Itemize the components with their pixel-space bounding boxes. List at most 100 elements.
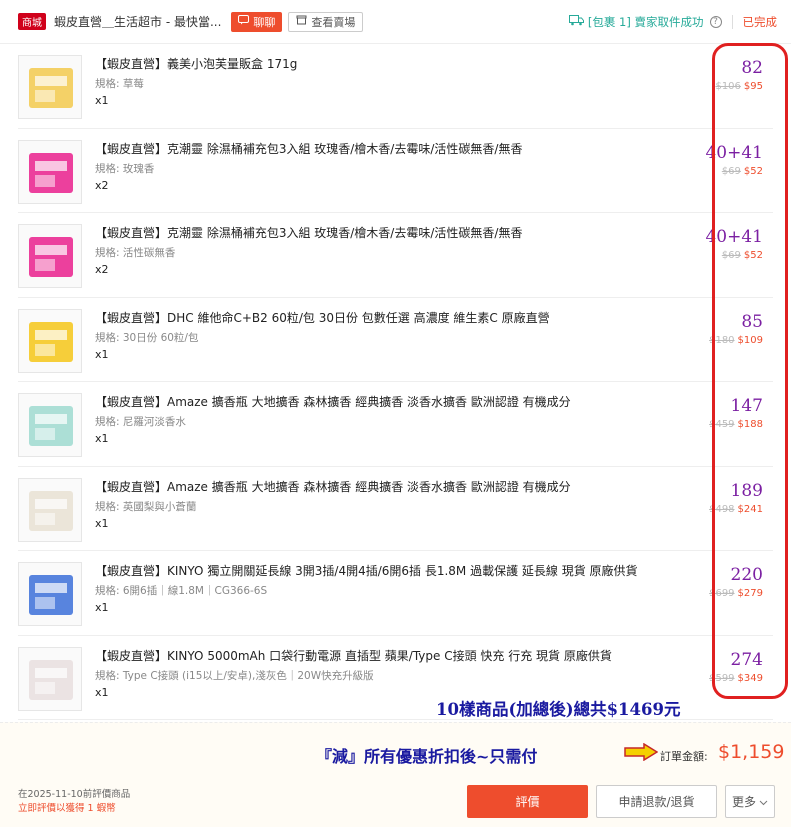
product-quantity: x1 [95,94,109,107]
product-quantity: x1 [95,516,109,530]
product-thumbnail[interactable] [18,224,82,288]
product-title[interactable]: 【蝦皮直營】義美小泡芙量販盒 171g [95,55,655,72]
more-button[interactable]: 更多 [725,785,775,818]
discounted-price: $349 [737,672,763,684]
annotation-total-text: 10樣商品(加總後)總共$1469元 [436,700,681,719]
help-icon[interactable]: ? [709,15,722,28]
order-item-row[interactable]: 【蝦皮直營】Amaze 擴香瓶 大地擴香 森林擴香 經典擴香 淡香水擴香 歐洲認… [18,382,773,467]
product-title[interactable]: 【蝦皮直營】KINYO 5000mAh 口袋行動電源 直插型 蘋果/Type C… [95,647,655,664]
price-box: 82 $106 $95 [703,44,773,128]
product-quantity: x1 [95,432,109,445]
product-spec: 規格: 英國梨與小蒼蘭 [95,500,197,513]
product-quantity: x1 [95,601,109,614]
handwritten-price-note: 147 [730,396,763,416]
product-thumbnail[interactable] [18,139,82,204]
product-spec: 規格: 玫瑰香 [95,162,155,175]
product-thumbnail[interactable] [18,308,82,373]
order-item-row[interactable]: 【蝦皮直營】克潮靈 除濕桶補充包3入組 玫瑰香/檜木香/去霉味/活性碳無香/無香… [18,213,773,298]
more-label: 更多 [731,795,756,809]
original-price: $69 [721,250,741,261]
order-item-row[interactable]: 【蝦皮直營】KINYO 獨立開關延長線 3開3插/4開4插/6開6插 長1.8M… [18,551,773,636]
discounted-price: $52 [743,250,763,261]
product-quantity: x2 [95,178,109,192]
product-thumbnail[interactable] [18,477,82,542]
annotation-discount-text: 『減』所有優惠折扣後~只需付 [316,747,538,766]
chat-label: 聊聊 [253,15,276,29]
order-header: 商城 蝦皮直營＿生活超市 - 最快當... 聊聊 查看賣場 [包裹 1] 賣家取… [0,0,791,44]
original-price: $699 [709,588,735,599]
original-price: $69 [721,165,741,177]
discounted-price: $279 [737,588,763,599]
product-quantity: x1 [95,347,109,361]
product-spec: 規格: 活性碳無香 [95,247,176,259]
discounted-price: $95 [743,81,763,92]
chat-icon [238,15,250,28]
original-price: $180 [709,334,735,346]
product-thumbnail[interactable] [18,562,82,626]
refund-button[interactable]: 申請退款/退貨 [596,785,717,818]
delivery-status[interactable]: [包裹 1] 賣家取件成功 [568,14,704,30]
handwritten-price-note: 189 [730,480,763,501]
order-item-row[interactable]: 【蝦皮直營】克潮靈 除濕桶補充包3入組 玫瑰香/檜木香/去霉味/活性碳無香/無香… [18,129,773,213]
price-box: 85 $180 $109 [703,298,773,382]
product-title[interactable]: 【蝦皮直營】KINYO 獨立開關延長線 3開3插/4開4插/6開6插 長1.8M… [95,562,655,579]
arrow-right-icon [624,743,658,761]
order-item-row[interactable]: 【蝦皮直營】DHC 維他命C+B2 60粒/包 30日份 包數任選 高濃度 維生… [18,298,773,382]
order-footer: 『減』所有優惠折扣後~只需付 訂單金額: $1,159 在2025-11-10前… [0,722,791,827]
delivery-text: [包裹 1] 賣家取件成功 [587,14,704,29]
header-divider [731,14,733,29]
handwritten-price-note: 40+41 [705,142,763,163]
product-spec: 規格: 尼羅河淡香水 [95,416,186,428]
order-item-row[interactable]: 【蝦皮直營】Amaze 擴香瓶 大地擴香 森林擴香 經典擴香 淡香水擴香 歐洲認… [18,467,773,551]
product-quantity: x2 [95,263,109,276]
discounted-price: $52 [743,165,763,177]
price-box: 40+41 $69 $52 [703,213,773,297]
rate-deadline-note: 在2025-11-10前評價商品 [18,789,131,800]
product-title[interactable]: 【蝦皮直營】DHC 維他命C+B2 60粒/包 30日份 包數任選 高濃度 維生… [95,309,655,326]
mall-badge: 商城 [18,13,46,30]
price-box: 189 $498 $241 [703,467,773,551]
handwritten-price-note: 82 [741,58,763,78]
order-total-label: 訂單金額: [660,750,708,763]
product-thumbnail[interactable] [18,55,82,119]
order-status: 已完成 [742,14,778,29]
discounted-price: $188 [737,419,763,430]
original-price: $599 [709,672,735,684]
truck-icon [568,14,584,29]
product-spec: 規格: Type C接頭 (i15以上/安卓),淺灰色｜20W快充升級版 [95,669,374,682]
discounted-price: $109 [737,334,763,346]
discounted-price: $241 [737,503,763,515]
price-box: 147 $459 $188 [703,382,773,466]
product-spec: 規格: 6開6插｜線1.8M｜CG366-6S [95,585,268,597]
product-title[interactable]: 【蝦皮直營】Amaze 擴香瓶 大地擴香 森林擴香 經典擴香 淡香水擴香 歐洲認… [95,393,655,410]
product-title[interactable]: 【蝦皮直營】克潮靈 除濕桶補充包3入組 玫瑰香/檜木香/去霉味/活性碳無香/無香 [95,224,655,241]
price-box: 274 $599 $349 [703,636,773,720]
product-title[interactable]: 【蝦皮直營】Amaze 擴香瓶 大地擴香 森林擴香 經典擴香 淡香水擴香 歐洲認… [95,478,655,495]
product-title[interactable]: 【蝦皮直營】克潮靈 除濕桶補充包3入組 玫瑰香/檜木香/去霉味/活性碳無香/無香 [95,140,655,157]
product-spec: 規格: 30日份 60粒/包 [95,331,199,344]
order-item-row[interactable]: 【蝦皮直營】義美小泡芙量販盒 171g 規格: 草莓 x1 82 $106 $95 [18,44,773,129]
order-total-amount: $1,159 [718,741,785,763]
handwritten-price-note: 274 [730,649,763,670]
chat-button[interactable]: 聊聊 [231,11,283,32]
shop-icon [296,15,307,28]
original-price: $459 [709,419,735,430]
view-shop-label: 查看賣場 [311,15,356,29]
original-price: $498 [709,503,735,515]
price-box: 220 $699 $279 [703,551,773,635]
product-spec: 規格: 草莓 [95,78,144,90]
product-thumbnail[interactable] [18,393,82,457]
original-price: $106 [715,81,741,92]
shop-name[interactable]: 蝦皮直營＿生活超市 - 最快當... [54,13,221,30]
rate-button[interactable]: 評價 [467,785,588,818]
rate-reward-link[interactable]: 立即評價以獲得 1 蝦幣 [18,800,116,814]
handwritten-price-note: 85 [741,311,763,332]
price-box: 40+41 $69 $52 [703,129,773,213]
view-shop-button[interactable]: 查看賣場 [288,11,364,32]
product-thumbnail[interactable] [18,646,82,711]
handwritten-price-note: 220 [730,565,763,585]
handwritten-price-note: 40+41 [705,227,763,247]
product-quantity: x1 [95,685,109,699]
order-items: 【蝦皮直營】義美小泡芙量販盒 171g 規格: 草莓 x1 82 $106 $95… [0,44,791,720]
chevron-down-icon [759,795,768,809]
